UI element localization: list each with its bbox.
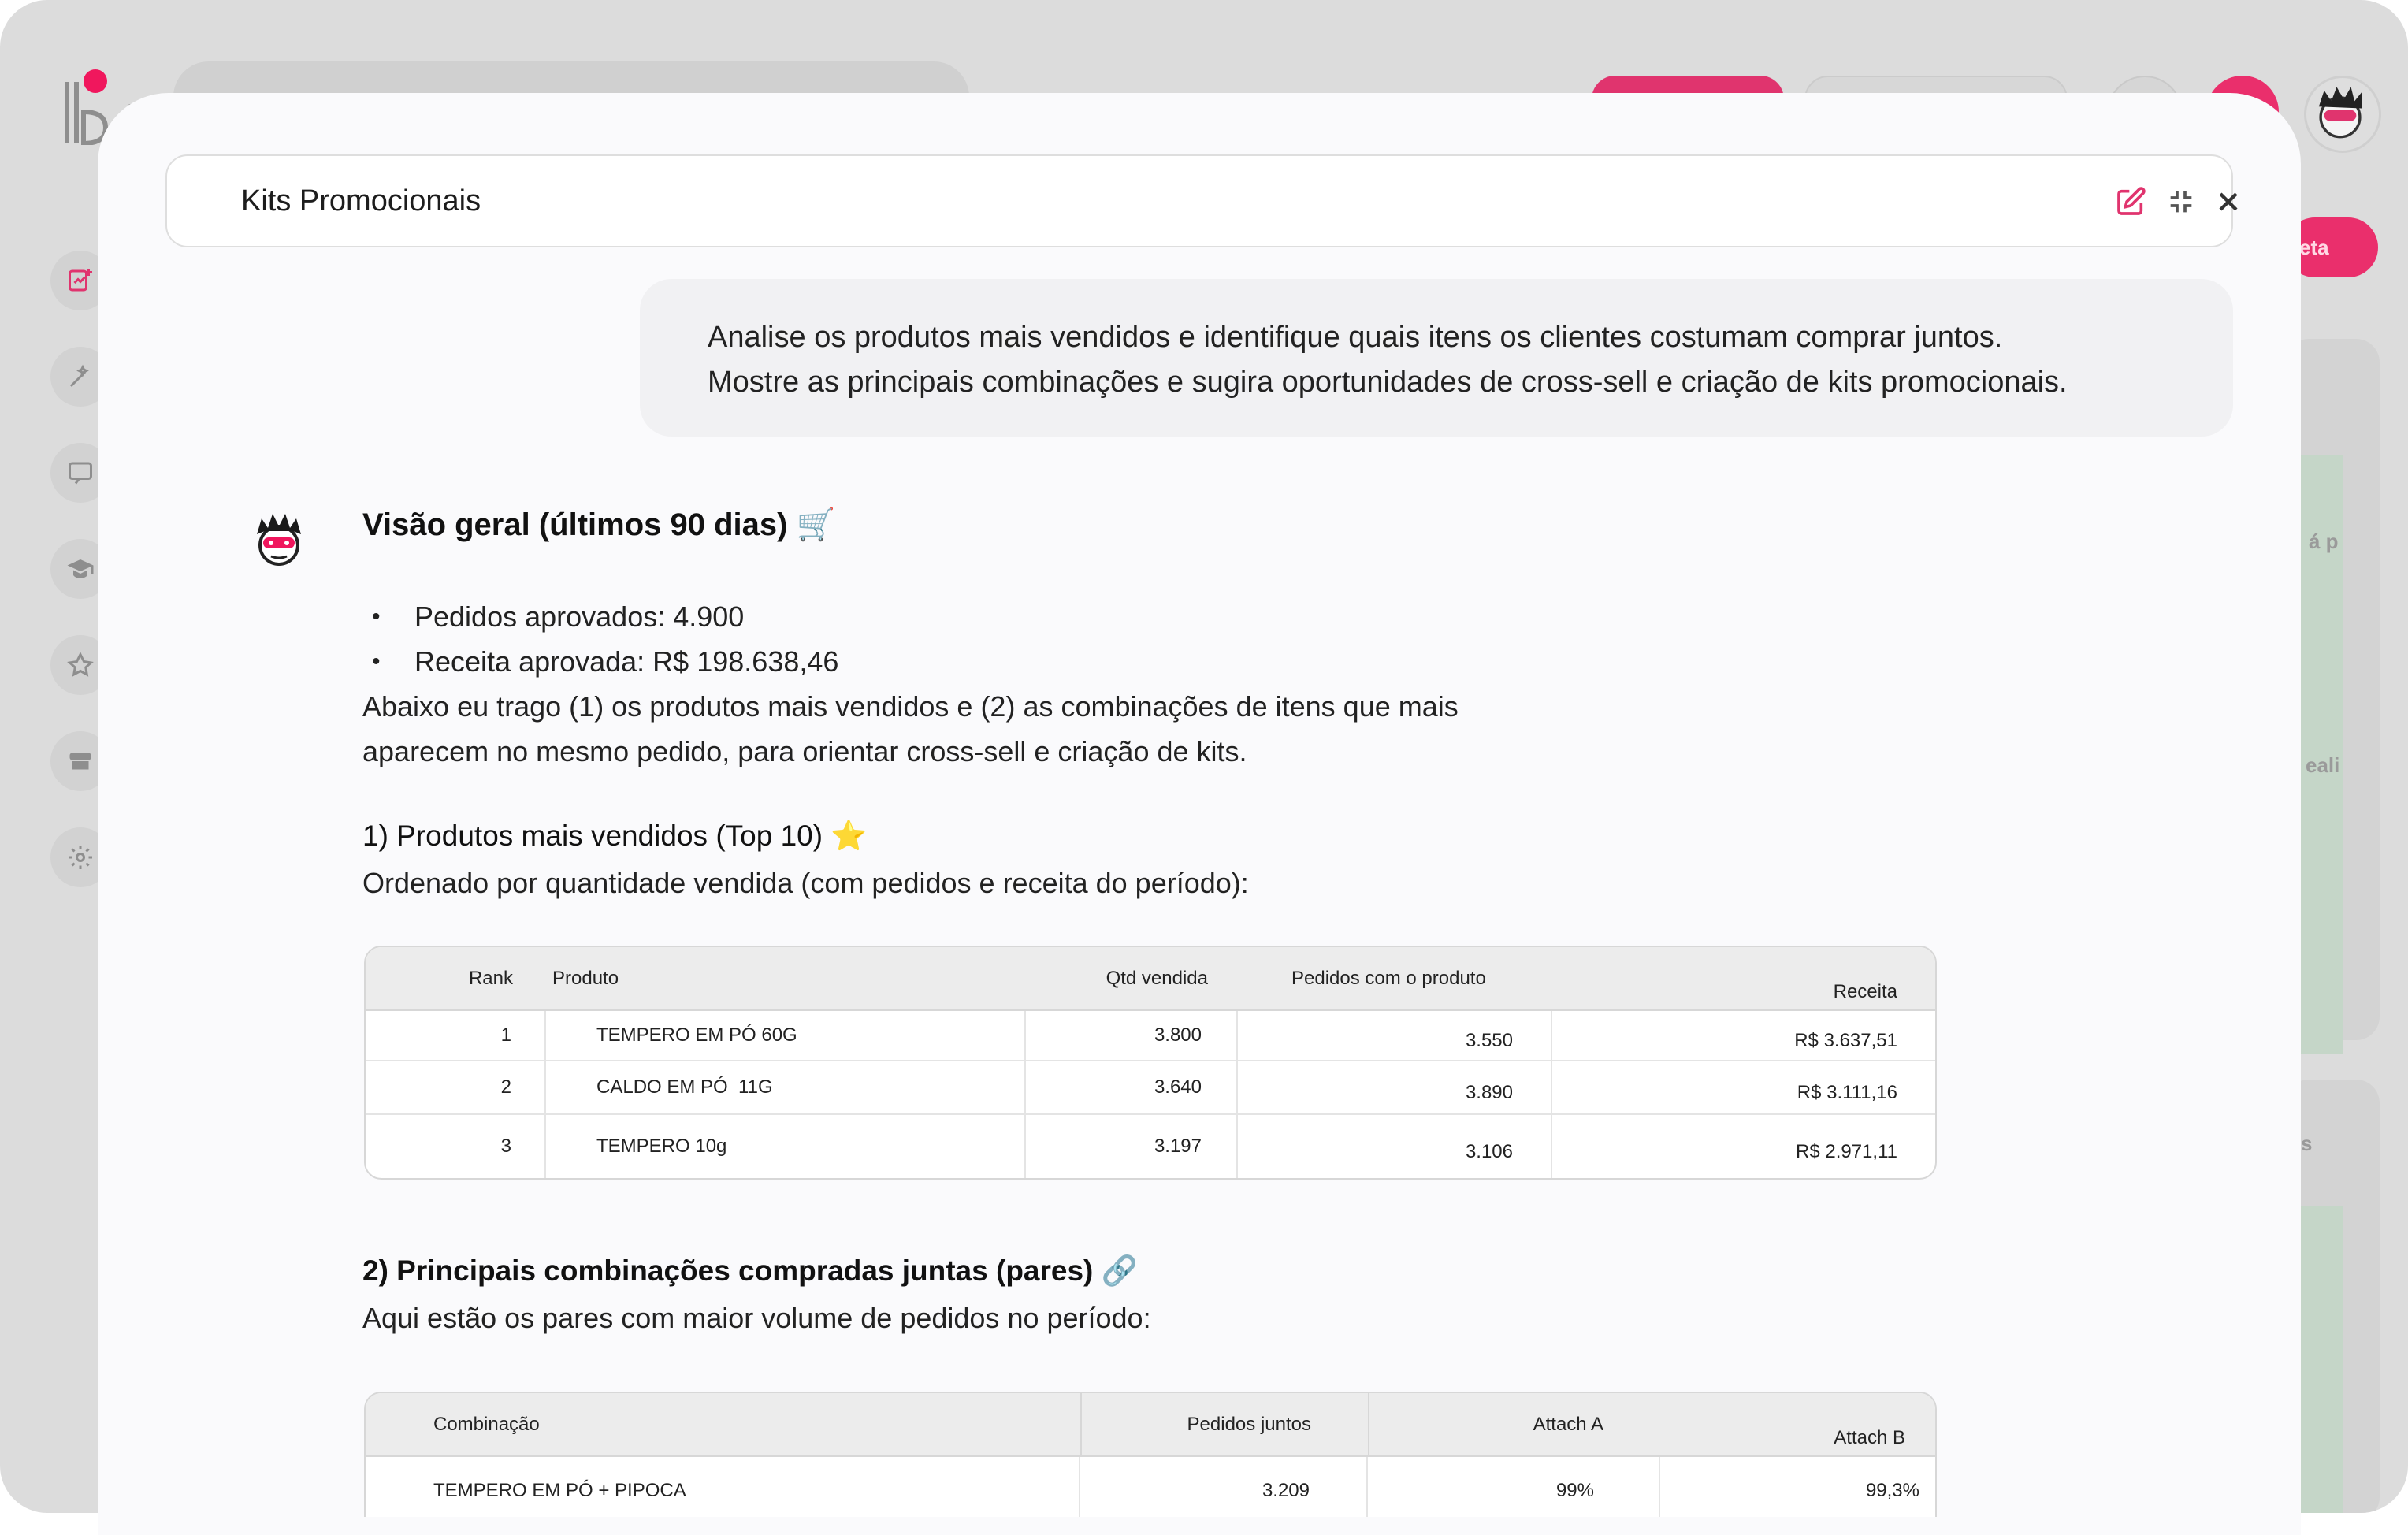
user-avatar xyxy=(2304,76,2381,153)
kits-modal: Kits Promocionais Analise os produtos ma… xyxy=(98,93,2301,1535)
section1-title: 1) Produtos mais vendidos (Top 10) ⭐ xyxy=(362,820,867,853)
table-header-row: Combinação Pedidos juntos Attach A Attac… xyxy=(366,1393,1935,1457)
section2-description: Aqui estão os pares com maior volume de … xyxy=(362,1302,1151,1334)
table-cell: 2 xyxy=(366,1061,546,1115)
table-cell: R$ 3.637,51 xyxy=(1552,1011,1935,1061)
column-header: Attach A xyxy=(1368,1393,1660,1457)
table-cell: 3.890 xyxy=(1238,1061,1552,1115)
section1-description: Ordenado por quantidade vendida (com ped… xyxy=(362,867,1249,899)
modal-title: Kits Promocionais xyxy=(241,184,481,217)
column-header: Attach B xyxy=(1660,1393,1935,1457)
section1-title-text: 1) Produtos mais vendidos (Top 10) xyxy=(362,820,823,852)
intro-line: Abaixo eu trago (1) os produtos mais ven… xyxy=(362,690,1459,723)
table-cell: TEMPERO 10g xyxy=(546,1115,1026,1178)
overview-title-text: Visão geral (últimos 90 dias) xyxy=(362,507,788,542)
table-cell: TEMPERO EM PÓ + PIPOCA xyxy=(366,1457,1080,1517)
link-icon: 🔗 xyxy=(1101,1254,1138,1287)
graduation-cap-icon xyxy=(67,559,94,578)
top-products-table: Rank Produto Qtd vendida Pedidos com o p… xyxy=(364,946,1937,1180)
table-header-row: Rank Produto Qtd vendida Pedidos com o p… xyxy=(366,947,1935,1011)
table-cell: TEMPERO EM PÓ 60G xyxy=(546,1011,1026,1061)
table-cell: 3.800 xyxy=(1026,1011,1238,1061)
bg-text-fragment: á p xyxy=(2309,530,2339,553)
chat-icon xyxy=(69,462,92,485)
modal-header: Kits Promocionais xyxy=(165,154,2238,247)
minimize-icon[interactable] xyxy=(2165,186,2197,217)
user-message-line: Analise os produtos mais vendidos e iden… xyxy=(708,321,2003,354)
table-cell: 99% xyxy=(1368,1457,1660,1517)
table-cell: 3.197 xyxy=(1026,1115,1238,1178)
magic-wand-icon xyxy=(69,364,89,388)
column-header: Receita xyxy=(1552,947,1935,1011)
chart-edit-icon xyxy=(69,269,92,292)
bg-chart-area xyxy=(2301,1206,2343,1513)
column-header: Qtd vendida xyxy=(1026,947,1238,1011)
assistant-avatar-icon xyxy=(257,514,301,566)
list-item: Receita aprovada: R$ 198.638,46 xyxy=(372,639,838,684)
gear-icon xyxy=(69,846,92,869)
table-cell: 3 xyxy=(366,1115,546,1178)
column-header: Pedidos com o produto xyxy=(1238,947,1552,1011)
overview-title: Visão geral (últimos 90 dias) 🛒 xyxy=(362,506,835,543)
cart-icon: 🛒 xyxy=(796,507,836,542)
list-item: Pedidos aprovados: 4.900 xyxy=(372,594,838,639)
store-icon xyxy=(69,753,91,770)
table-cell: 99,3% xyxy=(1865,1479,1919,1501)
star-icon: ⭐ xyxy=(831,820,868,852)
table-row: 1 TEMPERO EM PÓ 60G 3.800 3.550 R$ 3.637… xyxy=(366,1011,1935,1061)
user-message-bubble: Analise os produtos mais vendidos e iden… xyxy=(640,279,2233,437)
table-cell: R$ 3.111,16 xyxy=(1552,1061,1935,1115)
bg-text-fragment: eali xyxy=(2306,753,2340,777)
column-header: Rank xyxy=(366,947,546,1011)
user-message-line: Mostre as principais combinações e sugir… xyxy=(708,366,2068,399)
table-row: 2 CALDO EM PÓ 11G 3.640 3.890 R$ 3.111,1… xyxy=(366,1061,1935,1115)
table-row: 3 TEMPERO 10g 3.197 3.106 R$ 2.971,11 xyxy=(366,1115,1935,1178)
table-cell: R$ 2.971,11 xyxy=(1796,1140,1897,1162)
column-header: Pedidos juntos xyxy=(1080,1393,1368,1457)
close-icon[interactable] xyxy=(2213,186,2244,217)
section2-title: 2) Principais combinações compradas junt… xyxy=(362,1254,1138,1288)
column-header: Combinação xyxy=(366,1393,1080,1457)
table-cell: 3.209 xyxy=(1080,1457,1368,1517)
notification-dot xyxy=(84,69,107,93)
overview-bullets: Pedidos aprovados: 4.900 Receita aprovad… xyxy=(372,594,838,684)
bg-text-fragment: s xyxy=(2301,1132,2313,1155)
table-cell: 3.640 xyxy=(1026,1061,1238,1115)
bg-meta-label: eta xyxy=(2299,236,2329,259)
table-cell: 3.550 xyxy=(1238,1011,1552,1061)
table-row: TEMPERO EM PÓ + PIPOCA 3.209 99% 99,3% xyxy=(366,1457,1935,1517)
intro-paragraph: Abaixo eu trago (1) os produtos mais ven… xyxy=(362,684,1459,774)
star-icon xyxy=(67,652,94,677)
intro-line: aparecem no mesmo pedido, para orientar … xyxy=(362,735,1247,768)
table-cell: 3.106 xyxy=(1238,1115,1552,1178)
edit-icon[interactable] xyxy=(2115,186,2146,217)
combinations-table: Combinação Pedidos juntos Attach A Attac… xyxy=(364,1392,1937,1517)
table-cell: 1 xyxy=(366,1011,546,1061)
section2-title-text: 2) Principais combinações compradas junt… xyxy=(362,1254,1094,1287)
table-cell: CALDO EM PÓ 11G xyxy=(546,1061,1026,1115)
column-header: Produto xyxy=(546,947,1026,1011)
